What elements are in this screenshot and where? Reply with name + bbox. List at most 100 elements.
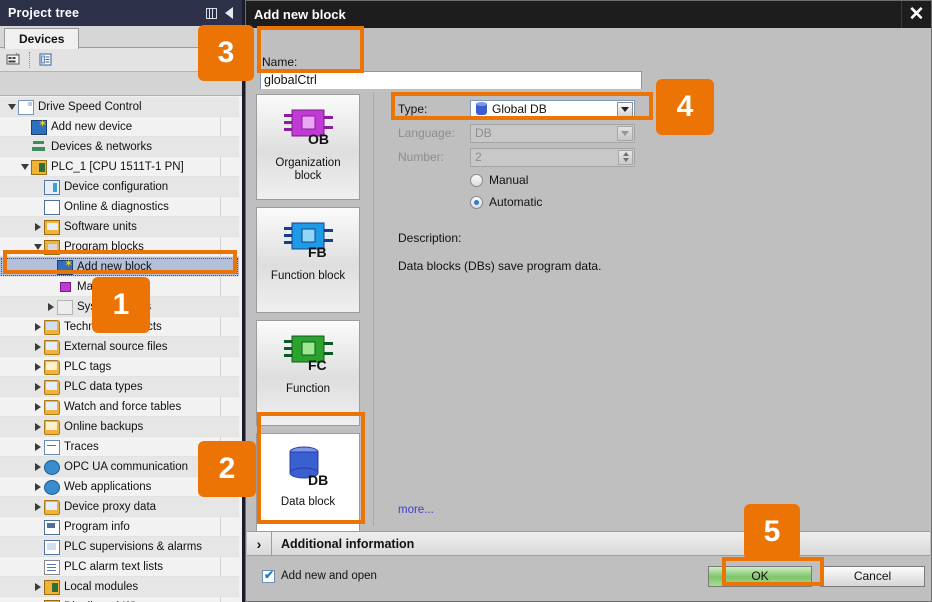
local-modules-icon [44, 579, 60, 595]
tree-item-plc-supervisions-alarms[interactable]: PLC supervisions & alarms [0, 537, 239, 557]
automatic-radio[interactable] [470, 195, 483, 209]
chevron-right-icon[interactable] [32, 321, 43, 332]
tree-item-distributed-i-o[interactable]: Distributed I/O [0, 597, 239, 602]
chevron-down-icon[interactable] [617, 101, 633, 117]
tree-item-devices-networks[interactable]: Devices & networks [0, 137, 239, 157]
name-input[interactable]: globalCtrl [260, 71, 642, 90]
number-label: Number: [398, 150, 445, 164]
online-diagnostics-icon [44, 199, 60, 215]
tree-item-add-new-device[interactable]: ✶ Add new device [0, 117, 239, 137]
tree-item-device-configuration[interactable]: Device configuration [0, 177, 239, 197]
tree-item-plc-alarm-text-lists[interactable]: PLC alarm text lists [0, 557, 239, 577]
manual-radio[interactable] [470, 173, 483, 187]
chevron-right-icon[interactable] [32, 221, 43, 232]
tree-item-label: Device configuration [64, 180, 169, 193]
tree-item-plc-tags[interactable]: PLC tags [0, 357, 239, 377]
type-label: Type: [398, 102, 428, 116]
tree-item-drive-speed-control[interactable]: Drive Speed Control [0, 97, 239, 117]
tree-item-plc-data-types[interactable]: PLC data types [0, 377, 239, 397]
add-new-block-dialog: Add new block ✕ Name: globalCtrl OB Orga… [245, 0, 932, 602]
function-card[interactable]: FC Function [256, 320, 360, 426]
additional-information-bar[interactable]: › Additional information [247, 531, 930, 556]
dialog-titlebar: Add new block ✕ [246, 1, 931, 28]
collapse-left-icon[interactable] [220, 4, 238, 22]
data-block-icon: DB [257, 434, 359, 496]
tree-item-watch-and-force-tables[interactable]: Watch and force tables [0, 397, 239, 417]
chevron-right-icon[interactable] [32, 421, 43, 432]
organization-block-card[interactable]: OB Organization block [256, 94, 360, 200]
number-stepper: 2 [470, 147, 635, 167]
chevron-right-icon[interactable] [32, 341, 43, 352]
columns-icon[interactable] [202, 4, 220, 22]
manual-radio-row[interactable]: Manual [470, 169, 930, 191]
tree-item-label: Drive Speed Control [38, 100, 142, 113]
svg-text:FB: FB [308, 244, 327, 260]
tree-item-online-backups[interactable]: Online backups [0, 417, 239, 437]
tree-item-label: Online backups [64, 420, 144, 433]
alarm-text-lists-icon [44, 559, 60, 575]
callout-badge-4: 4 [656, 79, 714, 135]
tree-item-label: PLC tags [64, 360, 112, 373]
device-config-icon [44, 179, 60, 195]
tree-item-program-info[interactable]: Program info [0, 517, 239, 537]
tree-item-add-new-block[interactable]: ✶ Add new block [0, 257, 239, 277]
more-link[interactable]: more... [398, 504, 434, 516]
traces-icon [44, 440, 60, 455]
cancel-button[interactable]: Cancel [820, 565, 925, 587]
chevron-down-icon[interactable] [32, 241, 43, 252]
tree-item-external-source-files[interactable]: External source files [0, 337, 239, 357]
new-star-icon: ✶ [64, 258, 74, 270]
tree-item-plc-1-cpu-1511t-1-pn[interactable]: PLC_1 [CPU 1511T-1 PN] [0, 157, 239, 177]
chevron-right-icon[interactable] [32, 581, 43, 592]
db-cylinder-icon [476, 102, 487, 115]
details-view-icon[interactable] [36, 50, 55, 69]
tree-item-label: Add new device [51, 120, 133, 133]
chevron-right-icon[interactable] [32, 361, 43, 372]
function-block-label-1: Function block [270, 270, 346, 282]
chevron-right-icon[interactable] [32, 381, 43, 392]
data-block-card[interactable]: DB Data block [256, 433, 360, 539]
chevron-right-icon[interactable] [45, 301, 56, 312]
project-icon [18, 99, 34, 115]
chevron-down-icon[interactable] [19, 161, 30, 172]
svg-text:OB: OB [308, 131, 329, 147]
type-select[interactable]: Global DB [470, 99, 635, 119]
tree-item-device-proxy-data[interactable]: Device proxy data [0, 497, 239, 517]
chevron-right-icon[interactable] [32, 441, 43, 452]
spinner-icon [618, 149, 633, 165]
function-icon: FC [257, 321, 359, 383]
tree-item-label: PLC alarm text lists [64, 560, 164, 573]
chevron-down-icon[interactable] [6, 101, 17, 112]
chevron-right-icon[interactable] [32, 481, 43, 492]
tree-item-program-blocks[interactable]: Program blocks [0, 237, 239, 257]
chevron-right-icon[interactable]: › [247, 531, 272, 556]
automatic-radio-row[interactable]: Automatic [470, 191, 930, 213]
tree-item-software-units[interactable]: Software units [0, 217, 239, 237]
project-tree-list[interactable]: Drive Speed Control ✶ Add new device Device… [0, 97, 239, 602]
chevron-right-icon[interactable] [32, 461, 43, 472]
system-blocks-icon [57, 300, 73, 315]
ok-button[interactable]: OK [708, 565, 812, 587]
close-icon[interactable]: ✕ [901, 1, 931, 28]
language-select: DB [470, 123, 635, 143]
tree-item-local-modules[interactable]: Local modules [0, 577, 239, 597]
checkbox-checked-icon[interactable] [262, 568, 275, 583]
tree-item-label: Web applications [64, 480, 152, 493]
tree-item-online-diagnostics[interactable]: Online & diagnostics [0, 197, 239, 217]
tree-item-label: Watch and force tables [64, 400, 182, 413]
tab-devices[interactable]: Devices [4, 28, 80, 49]
chevron-right-icon[interactable] [32, 401, 43, 412]
dialog-footer: Add new and open OK Cancel [247, 557, 930, 595]
name-row: Name: globalCtrl [246, 28, 931, 90]
tree-item-label: Local modules [64, 580, 139, 593]
add-new-and-open-checkbox[interactable]: Add new and open [262, 568, 377, 583]
link-view-icon[interactable] [4, 50, 23, 69]
function-block-card[interactable]: FB Function block [256, 207, 360, 313]
callout-badge-3: 3 [198, 25, 254, 81]
plc-icon [31, 159, 47, 175]
description-label: Description: [398, 231, 462, 245]
chevron-right-icon[interactable] [32, 501, 43, 512]
callout-badge-2: 2 [198, 441, 256, 497]
